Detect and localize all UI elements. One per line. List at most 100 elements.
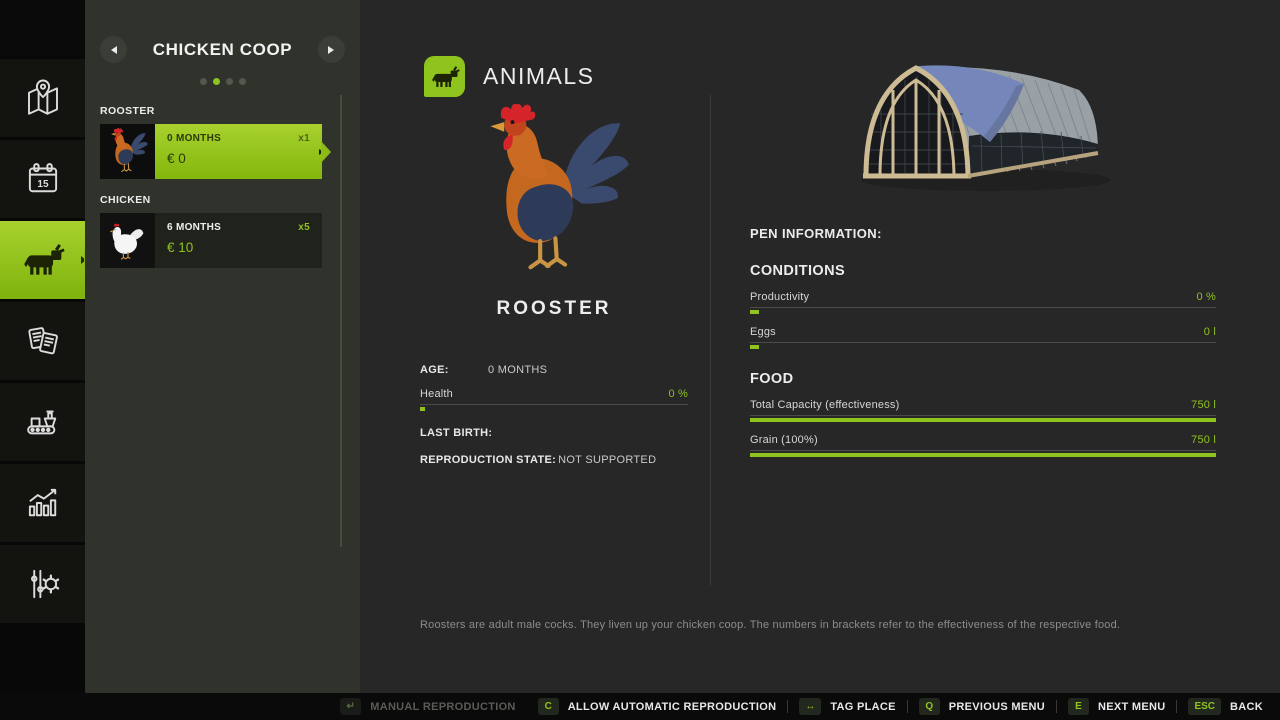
scrollbar[interactable]: [340, 95, 342, 547]
coop-image: [836, 50, 1136, 210]
calendar-icon: 15: [22, 158, 64, 200]
sidebar-item-statistics[interactable]: [0, 464, 85, 542]
conditions-title: CONDITIONS: [750, 263, 1216, 279]
back-action[interactable]: ESC BACK: [1177, 698, 1274, 715]
age-label: AGE:: [420, 364, 486, 376]
animal-name: ROOSTER: [420, 298, 688, 320]
documents-icon: [22, 320, 64, 362]
last-birth-row: LAST BIRTH:: [420, 427, 688, 439]
settings-icon: [22, 563, 64, 605]
allow-automatic-reproduction-action[interactable]: C ALLOW AUTOMATIC REPRODUCTION: [527, 698, 788, 715]
health-bar-fill: [420, 407, 425, 411]
age-value: 0 MONTHS: [488, 364, 547, 376]
sidebar-top-spacer: [0, 0, 85, 56]
bottom-key-bar: ↵ MANUAL REPRODUCTION C ALLOW AUTOMATIC …: [0, 693, 1280, 720]
animal-item-chicken[interactable]: 6 MONTHS x5 € 10: [100, 213, 322, 268]
total-capacity-bar: [750, 415, 1216, 422]
page-dot: [213, 78, 220, 85]
animal-list-panel: CHICKEN COOP ROOSTER 0 MONTHS x1 € 0 CHI…: [85, 0, 360, 693]
grain-bar: [750, 450, 1216, 457]
animal-details: ROOSTER AGE: 0 MONTHS Health 0 % LAST BI…: [420, 104, 688, 466]
animal-description: Roosters are adult male cocks. They live…: [420, 619, 1260, 631]
page-dot: [226, 78, 233, 85]
eggs-bar: [750, 342, 1216, 349]
eggs-stat: Eggs 0 l: [750, 326, 1216, 349]
grain-bar-fill: [750, 453, 1216, 457]
rooster-image: [420, 104, 688, 284]
animals-icon: [424, 56, 465, 97]
manual-reproduction-action[interactable]: ↵ MANUAL REPRODUCTION: [329, 698, 526, 715]
q-key: Q: [919, 698, 940, 715]
sidebar-item-calendar[interactable]: 15: [0, 140, 85, 218]
calendar-day: 15: [37, 179, 49, 190]
chicken-coop-screen: 15: [0, 0, 1280, 720]
total-capacity-value: 750 l: [1191, 399, 1216, 411]
health-value: 0 %: [668, 388, 688, 400]
total-capacity-label: Total Capacity (effectiveness): [750, 399, 899, 411]
sidebar-item-production[interactable]: [0, 383, 85, 461]
tag-place-action[interactable]: ↔ TAG PLACE: [788, 698, 906, 715]
health-label: Health: [420, 388, 453, 400]
tab-key-icon: ↔: [799, 698, 821, 715]
previous-menu-action[interactable]: Q PREVIOUS MENU: [908, 698, 1056, 715]
productivity-label: Productivity: [750, 291, 809, 303]
productivity-bar-fill: [750, 310, 759, 314]
map-icon: [22, 77, 64, 119]
health-bar: [420, 404, 688, 411]
page-dots: [85, 72, 360, 90]
prev-page-button[interactable]: [100, 36, 127, 63]
productivity-bar: [750, 307, 1216, 314]
page-dot: [200, 78, 207, 85]
arrow-left-icon: [107, 46, 117, 54]
section-title: ANIMALS: [483, 63, 594, 90]
sidebar-item-finances[interactable]: [0, 302, 85, 380]
selected-item-arrow: [319, 149, 324, 155]
production-icon: [22, 401, 64, 443]
sidebar-item-animals[interactable]: [0, 221, 85, 299]
health-stat: Health 0 %: [420, 388, 688, 411]
e-key: E: [1068, 698, 1089, 715]
arrow-right-icon: [328, 46, 338, 54]
age-row: AGE: 0 MONTHS: [420, 364, 688, 376]
group-label-chicken: CHICKEN: [100, 194, 360, 206]
reproduction-value: NOT SUPPORTED: [558, 454, 656, 466]
c-key: C: [538, 698, 559, 715]
item-price: € 10: [167, 240, 310, 255]
sidebar-item-map[interactable]: [0, 59, 85, 137]
pen-info-title: PEN INFORMATION:: [750, 226, 1216, 241]
grain-stat: Grain (100%) 750 l: [750, 434, 1216, 457]
reproduction-row: REPRODUCTION STATE: NOT SUPPORTED: [420, 454, 688, 466]
main-content: ANIMALS ROOSTER AGE: 0 MONTHS Health 0 %: [360, 0, 1280, 693]
sidebar-item-settings[interactable]: [0, 545, 85, 623]
enter-key-icon: ↵: [340, 698, 361, 715]
sidebar: 15: [0, 0, 85, 693]
next-page-button[interactable]: [318, 36, 345, 63]
group-label-rooster: ROOSTER: [100, 105, 360, 117]
total-capacity-stat: Total Capacity (effectiveness) 750 l: [750, 399, 1216, 422]
grain-value: 750 l: [1191, 434, 1216, 446]
item-price: € 0: [167, 151, 310, 166]
rooster-thumbnail: [100, 124, 155, 179]
item-age: 0 MONTHS: [167, 133, 221, 144]
item-count: x1: [298, 133, 310, 144]
item-count: x5: [298, 222, 310, 233]
eggs-label: Eggs: [750, 326, 776, 338]
column-divider: [710, 95, 711, 585]
item-age: 6 MONTHS: [167, 222, 221, 233]
last-birth-label: LAST BIRTH:: [420, 427, 492, 439]
animal-item-rooster[interactable]: 0 MONTHS x1 € 0: [100, 124, 322, 179]
chicken-thumbnail: [100, 213, 155, 268]
eggs-bar-fill: [750, 345, 759, 349]
productivity-value: 0 %: [1196, 291, 1216, 303]
next-menu-action[interactable]: E NEXT MENU: [1057, 698, 1176, 715]
page-dot: [239, 78, 246, 85]
statistics-icon: [22, 482, 64, 524]
animals-cow-icon: [21, 238, 65, 282]
list-header: CHICKEN COOP: [85, 0, 360, 63]
esc-key: ESC: [1188, 698, 1221, 715]
food-title: FOOD: [750, 371, 1216, 387]
reproduction-label: REPRODUCTION STATE:: [420, 454, 556, 466]
total-capacity-bar-fill: [750, 418, 1216, 422]
panel-title: CHICKEN COOP: [153, 40, 292, 60]
animals-header: ANIMALS: [424, 56, 594, 97]
